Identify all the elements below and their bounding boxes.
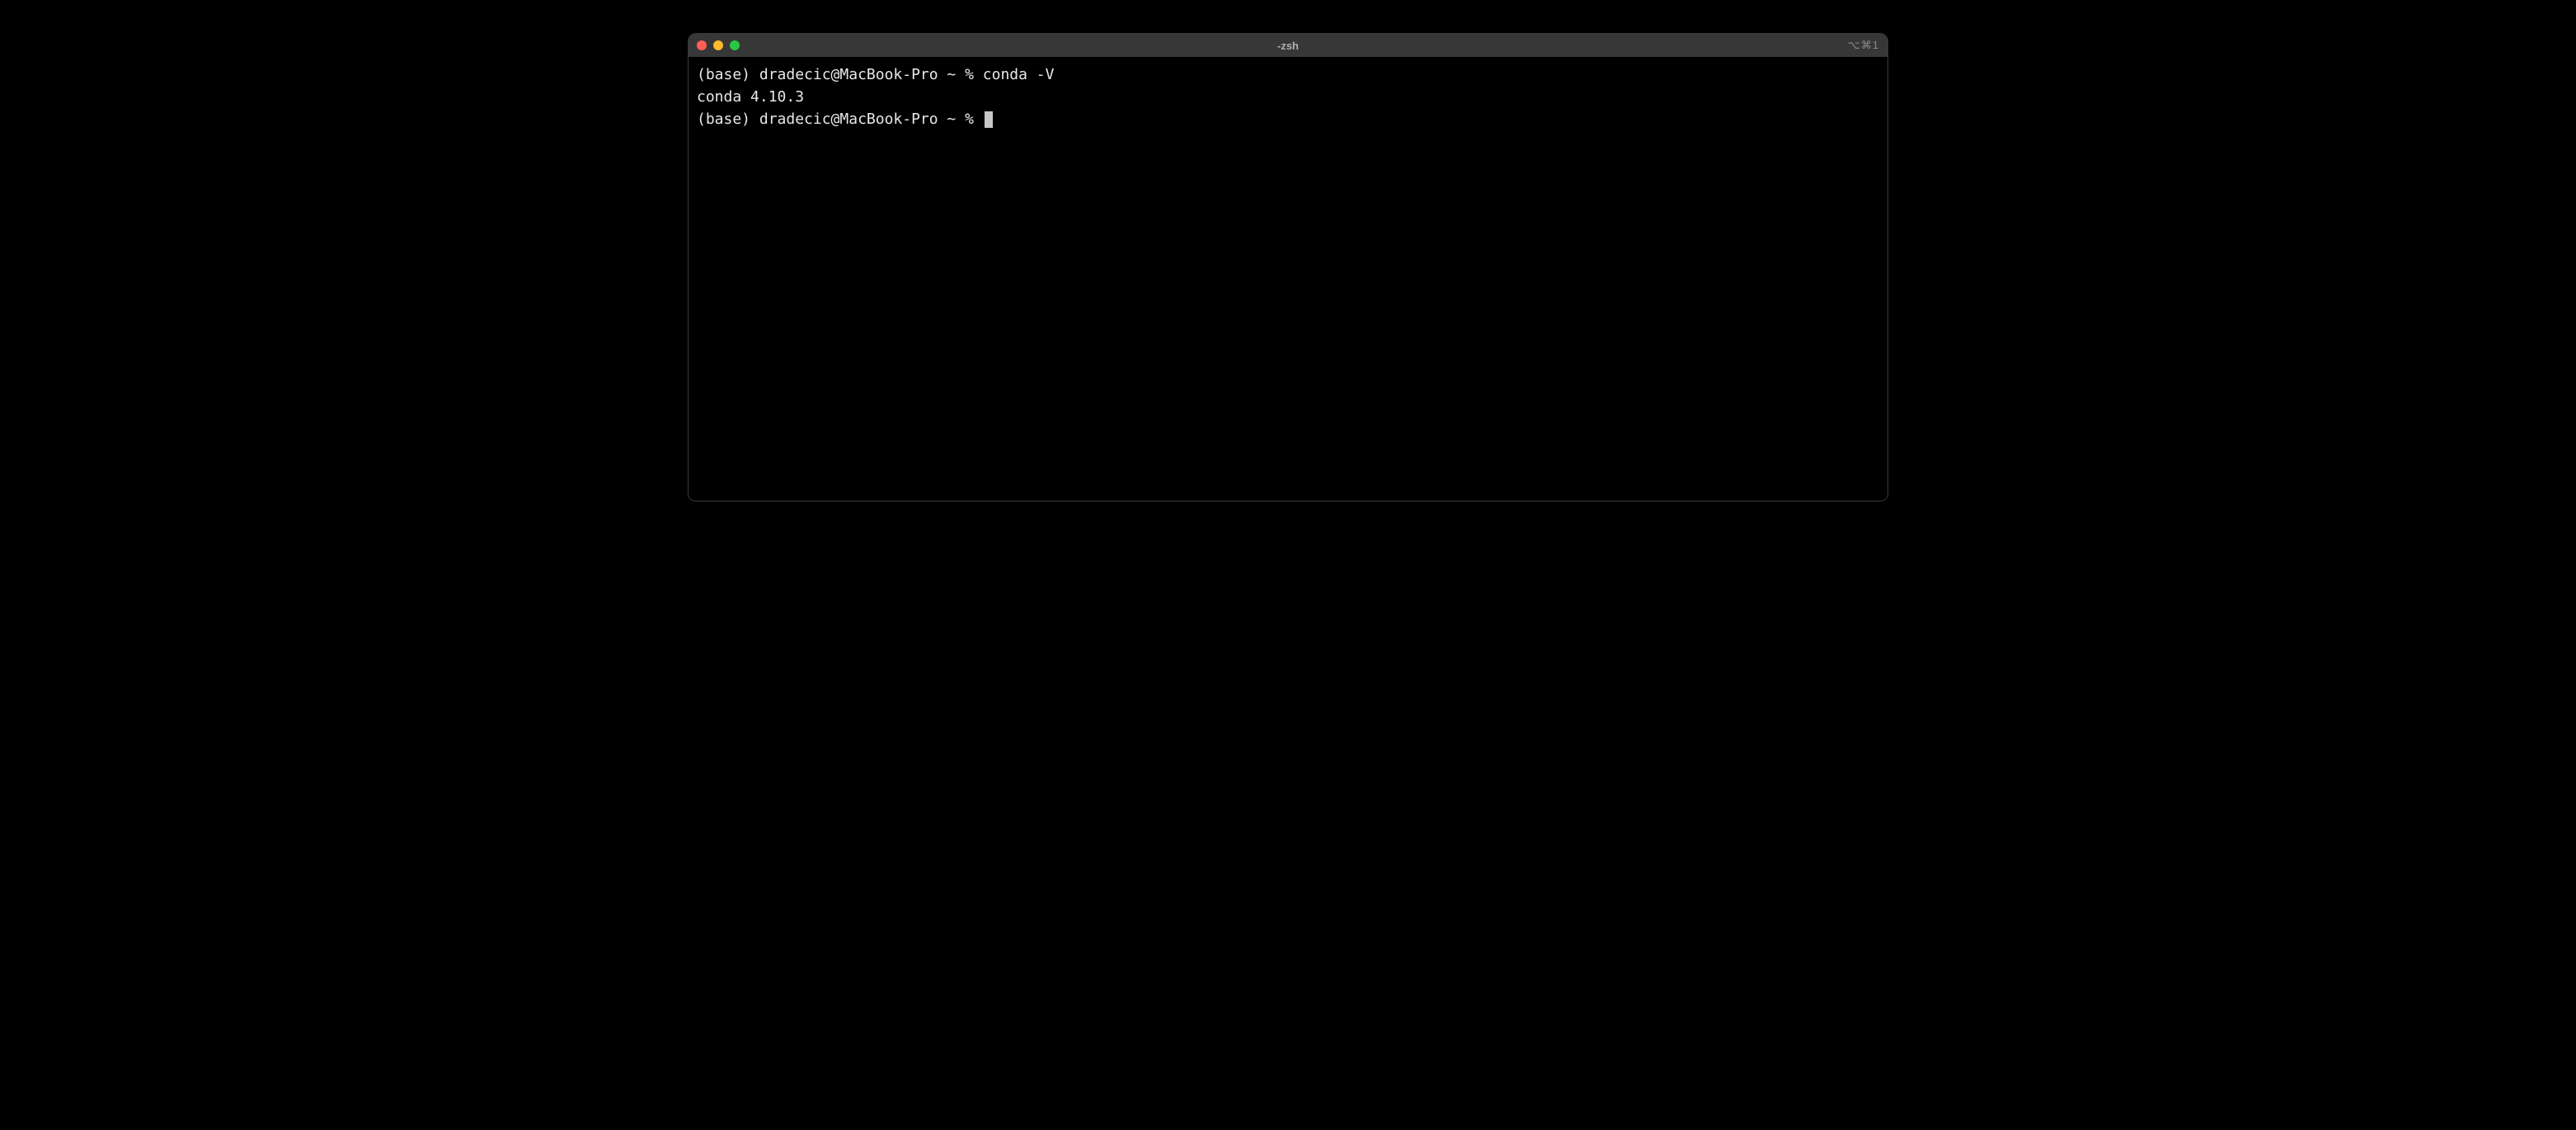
terminal-line: (base) dradecic@MacBook-Pro ~ % bbox=[697, 108, 1879, 130]
traffic-lights bbox=[697, 40, 740, 50]
output-text: conda 4.10.3 bbox=[697, 86, 804, 108]
prompt-text: (base) dradecic@MacBook-Pro ~ % bbox=[697, 108, 983, 130]
terminal-line: (base) dradecic@MacBook-Pro ~ % conda -V bbox=[697, 64, 1879, 86]
window-shortcut-label: ⌥⌘1 bbox=[1848, 39, 1879, 52]
prompt-text: (base) dradecic@MacBook-Pro ~ % bbox=[697, 64, 983, 86]
command-text: conda -V bbox=[983, 64, 1055, 86]
title-bar[interactable]: -zsh ⌥⌘1 bbox=[689, 34, 1887, 57]
terminal-line: conda 4.10.3 bbox=[697, 86, 1879, 108]
maximize-icon[interactable] bbox=[730, 40, 740, 50]
terminal-window: -zsh ⌥⌘1 (base) dradecic@MacBook-Pro ~ %… bbox=[688, 33, 1888, 501]
close-icon[interactable] bbox=[697, 40, 707, 50]
minimize-icon[interactable] bbox=[713, 40, 723, 50]
window-title: -zsh bbox=[1277, 40, 1299, 52]
terminal-body[interactable]: (base) dradecic@MacBook-Pro ~ % conda -V… bbox=[689, 57, 1887, 501]
cursor-icon bbox=[985, 111, 993, 128]
